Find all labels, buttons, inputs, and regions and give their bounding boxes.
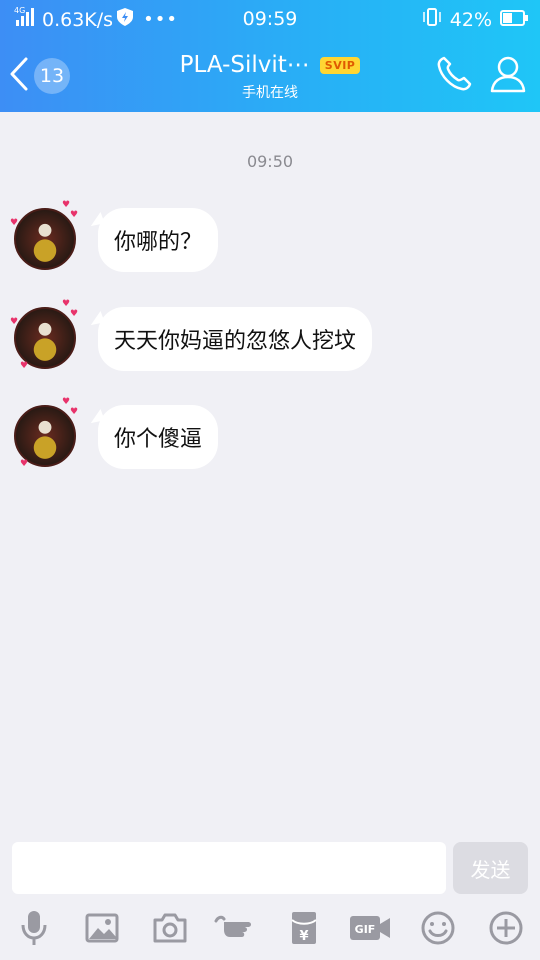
microphone-icon	[19, 909, 49, 951]
chevron-left-icon	[8, 56, 30, 96]
message-bubble[interactable]: 天天你妈逼的忽悠人挖坟	[98, 307, 373, 371]
conversation-title-area[interactable]: PLA-Silvit⋯ SVIP 手机在线	[150, 52, 390, 102]
input-toolbar: ¥ GIF	[0, 900, 540, 960]
poke-hand-icon	[214, 913, 258, 947]
more-options-button[interactable]	[486, 910, 526, 950]
status-right: 42%	[422, 8, 528, 31]
message-bubble[interactable]: 你个傻逼	[98, 405, 219, 469]
nav-bar: 13 PLA-Silvit⋯ SVIP 手机在线	[0, 44, 540, 106]
composer-bar: 发送	[0, 832, 540, 900]
header: 4G 0.63K/s ••• 09:59 42% 13 PLA-Silvit⋯ …	[0, 0, 540, 112]
voice-button[interactable]	[14, 910, 54, 950]
photo-button[interactable]	[82, 910, 122, 950]
phone-icon	[434, 56, 474, 98]
message-bubble[interactable]: 你哪的？	[98, 208, 219, 272]
unread-count-badge: 13	[34, 58, 70, 94]
chat-area[interactable]: 09:50 ♥ ♥ ♥ 你哪的？ ♥ ♥ ♥ ♥ 天天你妈逼的忽悠人挖坟 ♥ ♥…	[0, 112, 540, 832]
vibrate-icon	[422, 8, 442, 31]
back-button[interactable]: 13	[8, 56, 70, 96]
message-timestamp: 09:50	[246, 152, 294, 171]
status-bar: 4G 0.63K/s ••• 09:59 42%	[0, 0, 540, 38]
contact-name: PLA-Silvit⋯	[179, 52, 310, 78]
user-icon	[490, 56, 526, 98]
contact-avatar[interactable]	[14, 208, 76, 270]
message-row: ♥ ♥ ♥ 你哪的？	[0, 200, 540, 280]
emoji-button[interactable]	[418, 910, 458, 950]
svg-text:GIF: GIF	[355, 923, 376, 936]
heart-decoration-icon: ♥	[20, 459, 29, 469]
heart-decoration-icon: ♥	[10, 218, 19, 228]
heart-decoration-icon: ♥	[62, 200, 71, 210]
online-status: 手机在线	[242, 85, 298, 101]
red-packet-icon: ¥	[289, 910, 319, 950]
contact-avatar[interactable]	[14, 307, 76, 369]
camera-button[interactable]	[150, 910, 190, 950]
heart-decoration-icon: ♥	[62, 397, 71, 407]
svg-text:¥: ¥	[299, 929, 308, 944]
phone-call-button[interactable]	[434, 54, 474, 98]
message-row: ♥ ♥ ♥ 你个傻逼	[0, 397, 540, 477]
plus-icon	[488, 910, 524, 950]
message-input[interactable]	[12, 842, 446, 894]
heart-decoration-icon: ♥	[10, 317, 19, 327]
contact-avatar[interactable]	[14, 405, 76, 467]
heart-decoration-icon: ♥	[70, 309, 79, 319]
heart-decoration-icon: ♥	[70, 210, 79, 220]
send-button[interactable]: 发送	[453, 842, 528, 894]
battery-icon	[500, 9, 528, 31]
poke-button[interactable]	[214, 910, 258, 950]
gif-icon: GIF	[349, 914, 391, 946]
camera-icon	[152, 913, 188, 947]
emoji-icon	[420, 910, 456, 950]
heart-decoration-icon: ♥	[70, 407, 79, 417]
battery-percent: 42%	[449, 8, 492, 31]
message-row: ♥ ♥ ♥ ♥ 天天你妈逼的忽悠人挖坟	[0, 299, 540, 379]
red-packet-button[interactable]: ¥	[284, 910, 324, 950]
image-icon	[85, 913, 119, 947]
gif-button[interactable]: GIF	[350, 910, 390, 950]
svip-badge: SVIP	[319, 56, 361, 74]
contact-profile-button[interactable]	[490, 54, 526, 98]
heart-decoration-icon: ♥	[62, 299, 71, 309]
heart-decoration-icon: ♥	[20, 361, 29, 371]
